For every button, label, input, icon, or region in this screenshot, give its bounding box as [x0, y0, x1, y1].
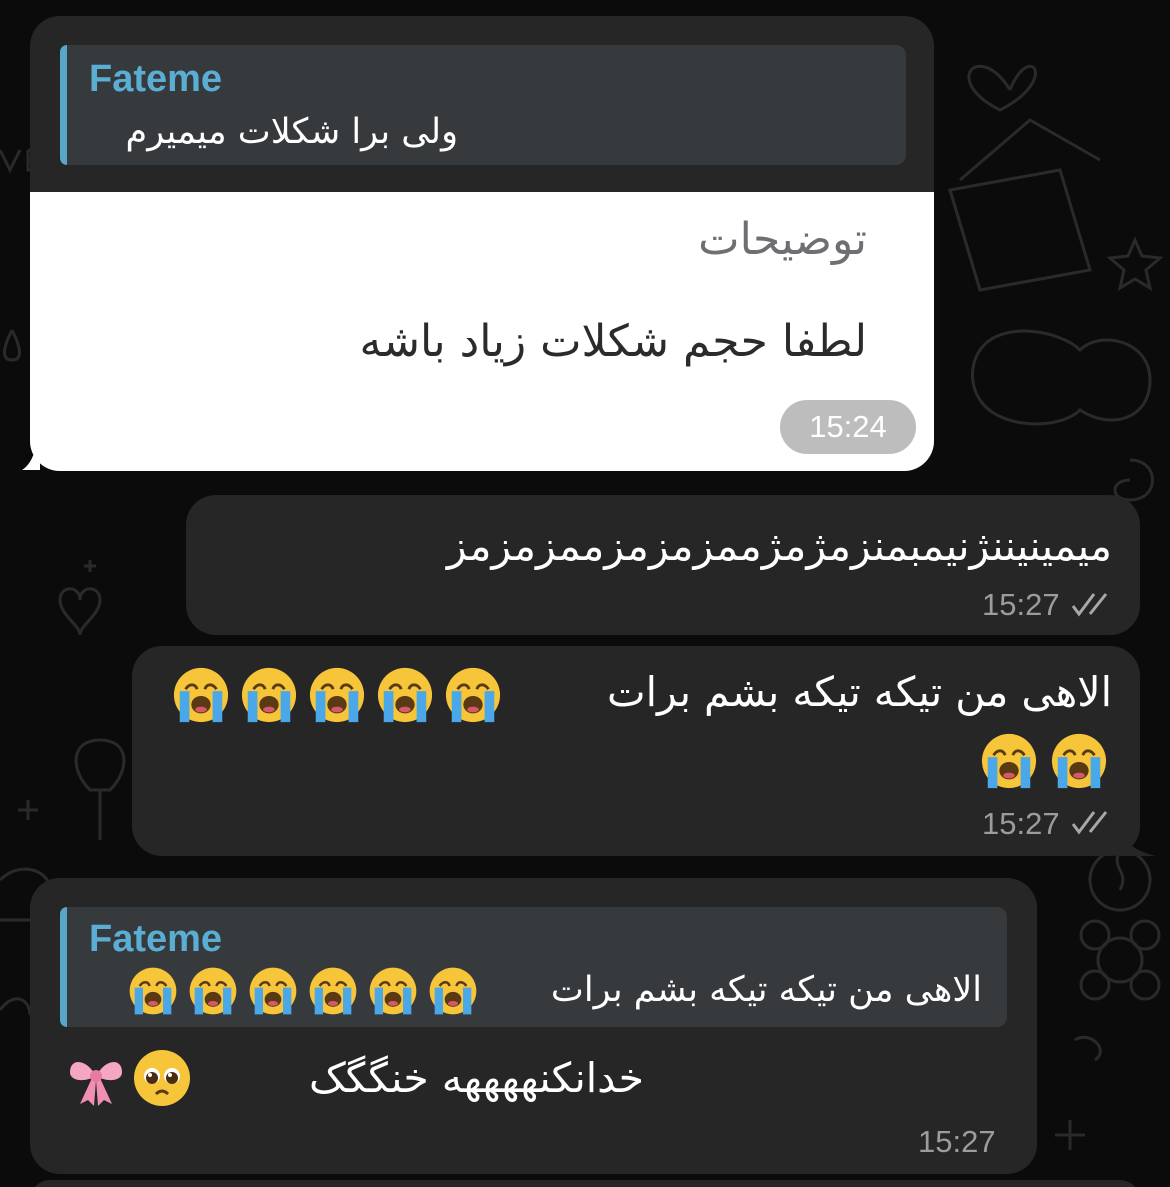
message-time: 15:27	[918, 1124, 996, 1159]
message-text: میمینیننژنیمبمنزمژمژممزمزمزممزمزمز	[446, 522, 1112, 570]
reply-quoted-text: ولی برا شکلات میمیرم	[125, 112, 458, 152]
emoji-row	[980, 732, 1116, 792]
chat-view[interactable]: Fateme ولی برا شکلات میمیرم توضیحات لطفا…	[0, 0, 1170, 1187]
reply-quote-bar	[60, 45, 67, 165]
ribbon-emoji	[66, 1048, 126, 1112]
crying-face-emoji	[308, 666, 366, 728]
reply-quoted-text: الاهی من تیکه تیکه بشم برات	[550, 970, 982, 1010]
crying-face-emoji	[128, 966, 178, 1020]
crying-face-emoji	[240, 666, 298, 728]
bubble-tail	[1116, 816, 1156, 856]
crying-face-emoji	[980, 732, 1038, 794]
emoji-row	[66, 1048, 206, 1108]
pleading-face-emoji	[132, 1048, 192, 1112]
double-check-icon	[1071, 593, 1108, 617]
image-heading-text: توضیحات	[698, 214, 867, 265]
emoji-row	[128, 966, 488, 1020]
reply-quote-bar	[60, 907, 67, 1027]
crying-face-emoji	[376, 666, 434, 728]
message-time: 15:27	[982, 806, 1060, 841]
emoji-row	[172, 666, 512, 726]
crying-face-emoji	[428, 966, 478, 1020]
crying-face-emoji	[308, 966, 358, 1020]
message-time: 15:27	[982, 587, 1060, 622]
message-bubble-partial[interactable]	[30, 1180, 1140, 1187]
image-body-text: لطفا حجم شکلات زیاد باشه	[359, 316, 867, 367]
reply-author-name: Fateme	[89, 918, 223, 960]
reply-author-name: Fateme	[89, 58, 223, 100]
crying-face-emoji	[444, 666, 502, 728]
crying-face-emoji	[188, 966, 238, 1020]
crying-face-emoji	[172, 666, 230, 728]
crying-face-emoji	[368, 966, 418, 1020]
crying-face-emoji	[248, 966, 298, 1020]
message-text: خدانکنههههه خنگگک	[309, 1054, 644, 1102]
crying-face-emoji	[1050, 732, 1108, 794]
double-check-icon	[1071, 811, 1108, 835]
message-time: 15:24	[780, 400, 916, 454]
message-text: الاهی من تیکه تیکه بشم برات	[606, 668, 1112, 716]
